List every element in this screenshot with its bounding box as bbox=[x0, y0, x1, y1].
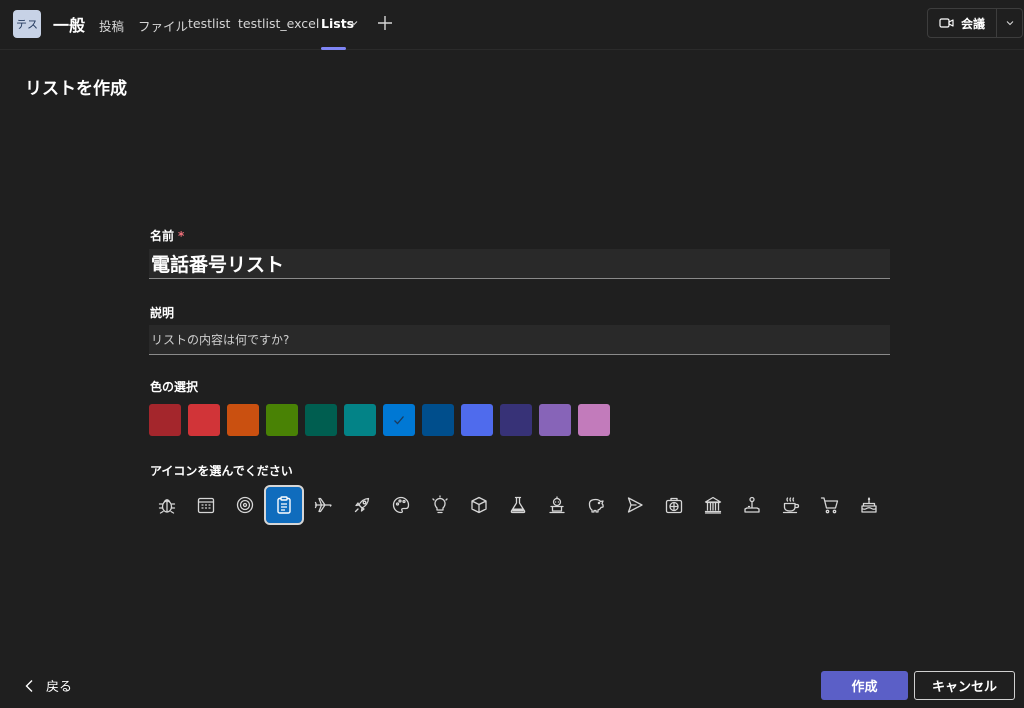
icon-option[interactable] bbox=[188, 487, 224, 523]
icon-option[interactable] bbox=[734, 487, 770, 523]
icon-option[interactable] bbox=[773, 487, 809, 523]
back-button[interactable]: 戻る bbox=[24, 676, 72, 695]
meet-button-group: 会議 bbox=[927, 8, 1023, 38]
description-input[interactable] bbox=[149, 325, 890, 354]
icon-option[interactable] bbox=[539, 487, 575, 523]
name-input[interactable] bbox=[149, 249, 890, 278]
channel-name: 一般 bbox=[53, 16, 86, 35]
color-swatch[interactable] bbox=[344, 404, 376, 436]
chevron-left-icon bbox=[25, 679, 33, 692]
channel-header: テス 一般 投稿 ファイル testlist testlist_excel Li… bbox=[0, 0, 1024, 50]
icon-option[interactable] bbox=[500, 487, 536, 523]
color-swatch[interactable] bbox=[149, 404, 181, 436]
icon-option[interactable] bbox=[695, 487, 731, 523]
cake-icon bbox=[861, 497, 877, 513]
meet-button-label: 会議 bbox=[960, 16, 985, 31]
active-tab-indicator bbox=[321, 47, 346, 50]
create-button[interactable]: 作成 bbox=[821, 671, 908, 700]
airplane-icon bbox=[314, 497, 332, 513]
icon-option[interactable] bbox=[227, 487, 263, 523]
icon-option[interactable] bbox=[578, 487, 614, 523]
color-swatch[interactable] bbox=[383, 404, 415, 436]
first-aid-kit-icon bbox=[665, 497, 683, 514]
color-swatch[interactable] bbox=[227, 404, 259, 436]
icon-option[interactable] bbox=[383, 487, 419, 523]
icon-option[interactable] bbox=[461, 487, 497, 523]
tab-testlist-excel[interactable]: testlist_excel bbox=[238, 16, 319, 31]
send-icon bbox=[627, 497, 643, 513]
piggy-bank-icon bbox=[588, 498, 604, 513]
video-camera-icon bbox=[939, 18, 954, 28]
name-label: 名前 bbox=[150, 229, 175, 243]
meet-button[interactable]: 会議 bbox=[928, 9, 997, 37]
lightbulb-icon bbox=[432, 495, 448, 514]
color-swatch[interactable] bbox=[422, 404, 454, 436]
add-tab-icon[interactable] bbox=[376, 14, 394, 32]
required-mark: * bbox=[178, 229, 185, 243]
color-swatch[interactable] bbox=[461, 404, 493, 436]
tab-posts[interactable]: 投稿 bbox=[99, 16, 124, 35]
meet-options-button[interactable] bbox=[997, 9, 1022, 37]
shopping-cart-icon bbox=[820, 497, 839, 514]
palette-icon bbox=[392, 496, 410, 514]
color-swatch[interactable] bbox=[188, 404, 220, 436]
color-swatch-row bbox=[149, 404, 610, 436]
name-label-row: 名前 * bbox=[150, 227, 184, 244]
calendar-icon bbox=[197, 497, 215, 514]
tab-files[interactable]: ファイル bbox=[138, 16, 188, 35]
icon-option[interactable] bbox=[812, 487, 848, 523]
robot-icon bbox=[549, 496, 565, 514]
icon-option[interactable] bbox=[149, 487, 185, 523]
page-title: リストを作成 bbox=[25, 79, 127, 99]
target-icon bbox=[236, 496, 254, 514]
chevron-down-icon bbox=[1006, 21, 1013, 26]
joystick-icon bbox=[744, 496, 760, 513]
checkmark-icon bbox=[394, 416, 404, 425]
icon-option[interactable] bbox=[305, 487, 341, 523]
clipboard-icon bbox=[277, 496, 291, 514]
color-swatch[interactable] bbox=[266, 404, 298, 436]
color-label: 色の選択 bbox=[150, 380, 199, 394]
icon-label: アイコンを選んでください bbox=[150, 464, 293, 478]
description-field[interactable] bbox=[149, 325, 890, 355]
icon-option[interactable] bbox=[344, 487, 380, 523]
color-swatch[interactable] bbox=[539, 404, 571, 436]
bug-icon bbox=[158, 499, 176, 514]
icon-option[interactable] bbox=[422, 487, 458, 523]
cube-icon bbox=[471, 496, 487, 514]
description-label: 説明 bbox=[150, 306, 175, 320]
icon-option[interactable] bbox=[617, 487, 653, 523]
team-avatar[interactable]: テス bbox=[13, 10, 41, 38]
flask-icon bbox=[510, 496, 526, 514]
cancel-button[interactable]: キャンセル bbox=[914, 671, 1015, 700]
tab-testlist[interactable]: testlist bbox=[188, 16, 230, 31]
back-label: 戻る bbox=[46, 680, 73, 695]
rocket-icon bbox=[354, 497, 370, 513]
coffee-cup-icon bbox=[782, 497, 800, 514]
bank-icon bbox=[704, 496, 722, 514]
icon-option[interactable] bbox=[656, 487, 692, 523]
icon-option[interactable] bbox=[851, 487, 887, 523]
color-swatch[interactable] bbox=[305, 404, 337, 436]
chevron-down-icon[interactable] bbox=[349, 18, 359, 28]
color-swatch[interactable] bbox=[500, 404, 532, 436]
color-swatch[interactable] bbox=[578, 404, 610, 436]
icon-option[interactable] bbox=[264, 485, 304, 525]
name-field[interactable] bbox=[149, 249, 890, 279]
icon-picker-row bbox=[149, 485, 887, 525]
